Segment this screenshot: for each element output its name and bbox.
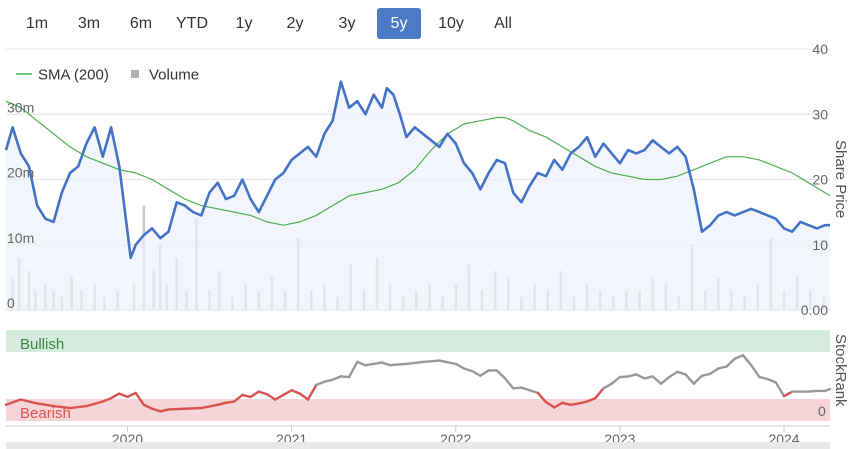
legend-sma-label: SMA (200) [38,67,109,84]
stockrank-segment [224,400,236,405]
share-price-tick-label: 0.00 [801,302,828,318]
stockrank-segment [380,361,392,367]
stockrank-segment [405,360,425,366]
stockrank-segment [684,373,695,385]
stockrank-segment [528,389,540,395]
stockrank-segment [265,393,277,401]
stockrank-segment [273,393,285,401]
stockrank-segment [643,375,654,380]
stockrank-segment [700,372,712,377]
stockrank-segment [618,375,630,379]
stockrank-segment [315,380,326,387]
stockrank-segment [512,386,523,390]
stockrank-segment [750,364,761,379]
stockrank-segment [766,377,778,384]
bullish-band [6,330,830,352]
share-price-tick-label: 10 [812,237,828,253]
stockrank-segment [594,387,605,400]
stockrank-segment [602,382,613,390]
volume-tick-label: 10m [7,230,34,246]
stockrank-segment [438,359,457,366]
stockrank-segment [807,389,819,393]
stockrank-segment [651,375,663,385]
stockrank-segment [347,360,359,379]
stockrank-segment [708,367,720,375]
stockrank-segment [339,375,351,379]
volume-tick-label: 30m [7,99,34,115]
stockrank-segment [388,362,408,367]
stockrank-segment [167,407,187,411]
volume-tick-label: 20m [7,165,34,181]
stockrank-segment [823,387,832,393]
stockrank-segment [306,383,318,401]
price-area-fill [6,81,830,310]
stockrank-segment [676,370,687,376]
volume-tick-label: 0 [7,295,15,311]
stockrank-segment [470,369,482,377]
stockrank-segment [733,354,745,360]
stockrank-segment [290,389,302,395]
stockrank-segment [454,362,466,370]
stockrank-axis-tick: 0 [818,403,826,419]
stockrank-segment [692,374,704,385]
share-price-axis-title: Share Price [832,140,849,218]
bullish-label: Bullish [20,336,64,353]
share-price-tick-label: 30 [812,106,828,122]
stockrank-segment [495,369,507,380]
stockrank-segment [782,390,794,398]
stockrank-segment [503,377,515,390]
share-price-tick-label: 40 [812,41,828,57]
share-price-tick-label: 20 [812,172,828,188]
stockrank-segment [323,378,334,383]
stockrank-segment [610,375,622,385]
navigator-strip[interactable] [6,442,830,449]
stockrank-segment [356,360,367,367]
stockrank-segment [241,393,252,399]
stockrank-segment [331,375,343,381]
stockrank-segment [462,367,474,373]
legend-volume-swatch [131,70,139,78]
stockrank-segment [758,375,769,381]
stockrank-segment [659,375,671,385]
stockrank-segment [479,369,490,377]
stockrank-segment [118,392,129,399]
stockrank-segment [774,381,786,398]
stockrank-segment [298,392,310,401]
stockrank-segment [257,390,269,396]
stockrank-segment [725,357,736,368]
stockrank-segment [569,402,581,406]
stockrank-segment [249,390,260,399]
stockrank-segment [635,373,646,380]
stockrank-segment [667,370,679,379]
stockrank-segment [717,365,728,370]
bearish-band [6,399,830,421]
stockrank-axis-title: StockRank [832,334,849,407]
stockrank-segment [109,392,121,400]
stockrank-segment [126,391,137,399]
stockrank-segment [626,373,638,378]
stockrank-segment [741,354,753,367]
stock-chart: SMA (200) Volume 40 30 20 10 0.00 30m 20m 10m 0… [4,41,849,449]
legend-volume-label: Volume [149,67,199,84]
stockrank-segment [520,386,531,392]
stockrank-segment [282,389,293,397]
stockrank-segment [183,406,203,410]
legend: SMA (200) Volume [16,67,199,84]
stockrank-segment [364,361,384,367]
stockrank-segment [421,359,441,364]
